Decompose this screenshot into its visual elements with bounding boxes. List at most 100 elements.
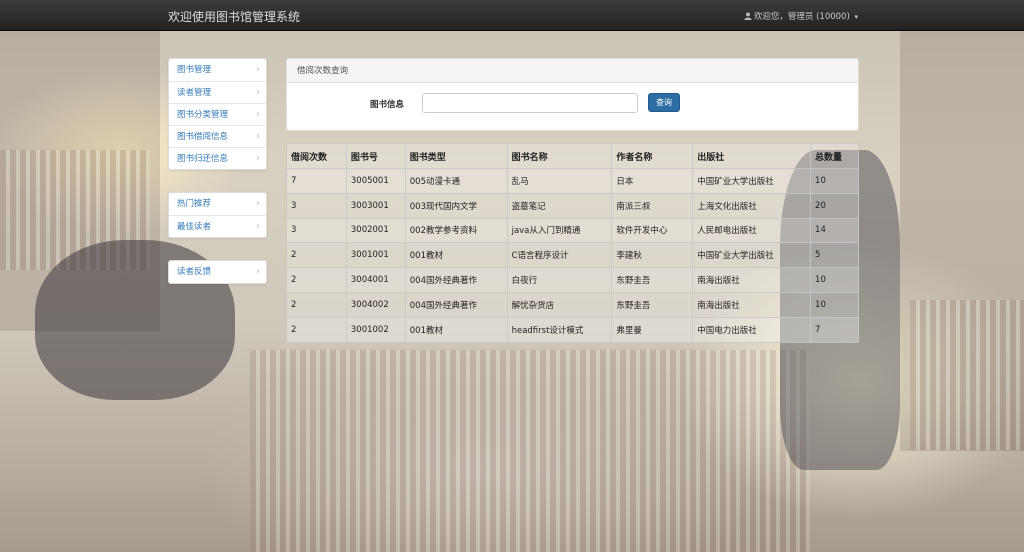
table-cell: headfirst设计模式	[506, 316, 613, 343]
column-header: 图书类型	[404, 143, 508, 169]
table-cell: 5	[810, 242, 859, 269]
table-cell: 3001002	[345, 316, 406, 343]
table-cell: 002教学参考资料	[404, 217, 508, 244]
table-cell: 日本	[611, 168, 694, 194]
table-row: 2 3001001 001教材 C语言程序设计 李建秋 中国矿业大学出版社 5	[286, 242, 859, 269]
sidebar-item-borrow-info[interactable]: 图书借阅信息 ›	[169, 125, 266, 147]
sidebar-item-label: 图书归还信息	[177, 154, 229, 164]
table-cell: 3004002	[345, 291, 406, 318]
table-cell: 7	[286, 168, 347, 194]
table-header-row: 借阅次数 图书号 图书类型 图书名称 作者名称 出版社 总数量	[286, 143, 859, 169]
column-header: 作者名称	[611, 143, 694, 169]
sidebar-item-label: 图书分类管理	[177, 110, 229, 120]
table-cell: 盗墓笔记	[506, 192, 613, 219]
table-cell: 004国外经典著作	[404, 267, 508, 293]
table-cell: 3004001	[345, 267, 406, 293]
sidebar-item-hot-recommend[interactable]: 热门推荐 ›	[169, 193, 266, 215]
table-cell: 20	[810, 192, 859, 219]
column-header: 总数量	[810, 143, 859, 169]
table-cell: 东野圭吾	[611, 267, 694, 293]
sidebar-item-label: 读者管理	[177, 88, 212, 98]
table-cell: 人民邮电出版社	[692, 217, 812, 244]
table-cell: 李建秋	[611, 242, 694, 269]
table-row: 2 3001002 001教材 headfirst设计模式 弗里曼 中国电力出版…	[286, 316, 859, 343]
user-icon	[744, 12, 752, 20]
table-cell: 001教材	[404, 242, 508, 269]
column-header: 借阅次数	[286, 143, 347, 169]
table-row: 3 3003001 003现代国内文学 盗墓笔记 南派三叔 上海文化出版社 20	[286, 192, 859, 219]
chevron-down-icon: ▾	[854, 13, 858, 21]
chevron-right-icon: ›	[256, 221, 260, 232]
table-cell: 3005001	[345, 168, 406, 194]
table-cell: 7	[810, 316, 859, 343]
sidebar-group-recommend: 热门推荐 › 最佳读者 ›	[168, 192, 267, 238]
query-panel: 借阅次数查询 图书信息 查询	[286, 58, 859, 131]
sidebar-item-return-info[interactable]: 图书归还信息 ›	[169, 147, 266, 169]
chevron-right-icon: ›	[256, 131, 260, 142]
table-cell: 东野圭吾	[611, 291, 694, 318]
table-cell: 2	[286, 267, 347, 293]
sidebar-item-category-management[interactable]: 图书分类管理 ›	[169, 103, 266, 125]
user-menu[interactable]: 欢迎您，管理员 (10000) ▾	[744, 10, 858, 22]
table-row: 7 3005001 005动漫卡通 乱马 日本 中国矿业大学出版社 10	[286, 168, 859, 194]
table-cell: 10	[810, 291, 859, 318]
table-cell: 上海文化出版社	[692, 192, 812, 219]
borrow-count-table: 借阅次数 图书号 图书类型 图书名称 作者名称 出版社 总数量 7 300500…	[286, 143, 859, 343]
table-cell: 中国矿业大学出版社	[692, 242, 812, 269]
table-cell: 2	[286, 291, 347, 318]
app-title[interactable]: 欢迎使用图书馆管理系统	[168, 8, 300, 25]
sidebar-item-label: 热门推荐	[177, 199, 212, 209]
sidebar-item-reader-feedback[interactable]: 读者反馈 ›	[169, 261, 266, 283]
sidebar-group-feedback: 读者反馈 ›	[168, 260, 267, 284]
table-cell: 南海出版社	[692, 291, 812, 318]
table-cell: 001教材	[404, 316, 508, 343]
sidebar-group-management: 图书管理 › 读者管理 › 图书分类管理 › 图书借阅信息 › 图书归还信息 ›	[168, 58, 267, 170]
column-header: 图书号	[345, 143, 406, 169]
top-navbar: 欢迎使用图书馆管理系统 欢迎您，管理员 (10000) ▾	[0, 0, 1024, 31]
table-row: 2 3004002 004国外经典著作 解忧杂货店 东野圭吾 南海出版社 10	[286, 291, 859, 318]
sidebar-item-label: 图书管理	[177, 65, 212, 75]
sidebar-item-label: 最佳读者	[177, 222, 212, 232]
sidebar-item-book-management[interactable]: 图书管理 ›	[169, 59, 266, 81]
panel-title: 借阅次数查询	[287, 59, 858, 83]
table-cell: 3003001	[345, 192, 406, 219]
chevron-right-icon: ›	[256, 109, 260, 120]
query-button[interactable]: 查询	[648, 93, 680, 112]
table-cell: 软件开发中心	[611, 217, 694, 244]
table-cell: 白夜行	[506, 267, 613, 293]
table-cell: 10	[810, 168, 859, 194]
book-info-label: 图书信息	[370, 100, 405, 110]
table-cell: C语言程序设计	[506, 242, 613, 269]
table-row: 3 3002001 002教学参考资料 java从入门到精通 软件开发中心 人民…	[286, 217, 859, 244]
table-cell: 2	[286, 242, 347, 269]
chevron-right-icon: ›	[256, 64, 260, 75]
table-cell: 3	[286, 217, 347, 244]
table-cell: 14	[810, 217, 859, 244]
column-header: 出版社	[692, 143, 812, 169]
table-cell: 005动漫卡通	[404, 168, 508, 194]
table-cell: 3001001	[345, 242, 406, 269]
table-cell: 2	[286, 316, 347, 343]
table-cell: 南海出版社	[692, 267, 812, 293]
user-menu-label: 欢迎您，管理员 (10000)	[753, 12, 850, 22]
table-cell: 3	[286, 192, 347, 219]
chevron-right-icon: ›	[256, 198, 260, 209]
table-cell: 中国矿业大学出版社	[692, 168, 812, 194]
sidebar-item-label: 读者反馈	[177, 267, 212, 277]
table-row: 2 3004001 004国外经典著作 白夜行 东野圭吾 南海出版社 10	[286, 267, 859, 293]
book-info-input[interactable]	[422, 93, 638, 113]
sidebar-item-label: 图书借阅信息	[177, 132, 229, 142]
background-book-piles	[250, 350, 810, 552]
table-cell: 南派三叔	[611, 192, 694, 219]
chevron-right-icon: ›	[256, 153, 260, 164]
background-books-right	[910, 300, 1024, 450]
table-cell: 3002001	[345, 217, 406, 244]
table-cell: 弗里曼	[611, 316, 694, 343]
table-cell: 乱马	[506, 168, 613, 194]
chevron-right-icon: ›	[256, 266, 260, 277]
sidebar-item-best-reader[interactable]: 最佳读者 ›	[169, 215, 266, 237]
table-cell: 解忧杂货店	[506, 291, 613, 318]
sidebar-item-reader-management[interactable]: 读者管理 ›	[169, 81, 266, 103]
table-cell: 10	[810, 267, 859, 293]
table-cell: 003现代国内文学	[404, 192, 508, 219]
